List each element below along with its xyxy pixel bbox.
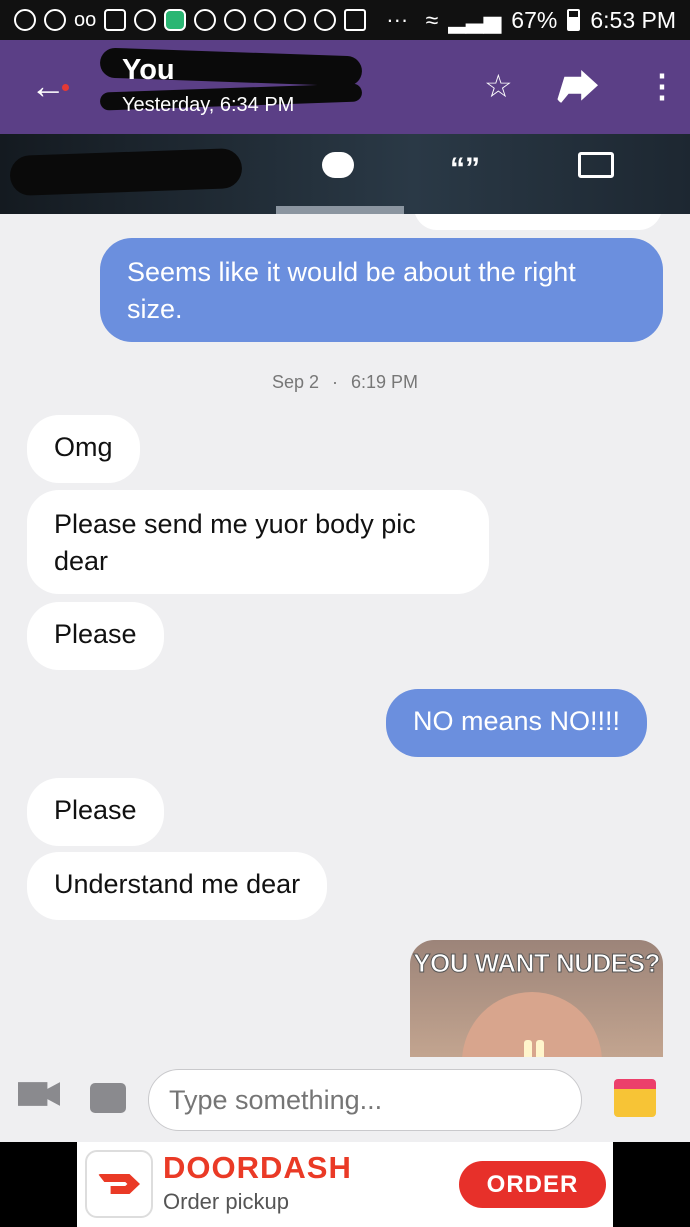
ad-banner[interactable]: DOORDASH Order pickup ORDER	[0, 1142, 690, 1227]
android-icon	[164, 9, 187, 31]
message-bubble[interactable]: Please send me yuor body pic dear	[27, 490, 489, 594]
chat-area[interactable]: Seems like it would be about the right s…	[0, 214, 690, 1057]
tab-quotes[interactable]: “”	[450, 152, 480, 186]
tab-photos[interactable]	[578, 152, 614, 186]
camera-icon[interactable]	[90, 1083, 126, 1113]
ad-order-button[interactable]: ORDER	[459, 1161, 606, 1208]
tab-bar: “”	[0, 134, 690, 214]
date-separator: Sep 2 · 6:19 PM	[0, 372, 690, 393]
more-options-icon[interactable]: ⋮	[646, 68, 678, 104]
ad-subtitle: Order pickup	[163, 1189, 289, 1214]
time-text: 6:19 PM	[351, 372, 419, 392]
play-icon	[14, 9, 36, 31]
circle-icon	[194, 9, 217, 31]
battery-percent: 67%	[511, 6, 558, 33]
message-bubble[interactable]: Understand me dear	[27, 852, 328, 920]
tooth	[536, 1040, 544, 1057]
voicemail-icon: oo	[74, 8, 97, 31]
message-bubble[interactable]: Seems like it would be about the right s…	[100, 238, 663, 342]
tab-indicator	[276, 206, 404, 214]
chrome-icon	[284, 9, 307, 31]
more-notifications-icon: ···	[386, 7, 409, 32]
date-text: Sep 2	[271, 372, 319, 392]
image-caption: YOU WANT NUDES?	[413, 948, 661, 979]
video-off-icon[interactable]	[18, 1082, 60, 1106]
mole-rat-image	[462, 992, 602, 1057]
timer-icon	[314, 9, 337, 31]
message-icon	[104, 9, 127, 31]
wifi-icon: ≈	[425, 6, 439, 33]
notification-icons: oo ···	[14, 7, 408, 33]
gift-icon[interactable]	[614, 1079, 656, 1117]
quote-icon: “”	[450, 152, 480, 185]
image-message[interactable]: YOU WANT NUDES?	[410, 940, 663, 1057]
signal-icon: ▂▃▅	[448, 6, 502, 33]
ad-title: DOORDASH	[163, 1150, 352, 1185]
previous-message-edge	[414, 214, 662, 230]
app-bar: ← You Yesterday, 6:34 PM ☆ ⋮	[0, 40, 690, 134]
message-input[interactable]	[148, 1069, 582, 1131]
unread-dot	[62, 84, 69, 91]
chrome-icon	[254, 9, 277, 31]
battery-icon	[567, 9, 581, 31]
last-seen: Yesterday, 6:34 PM	[122, 94, 295, 116]
star-icon[interactable]: ☆	[484, 68, 513, 104]
redaction-mark	[9, 147, 243, 197]
message-bubble[interactable]: Omg	[27, 415, 140, 483]
input-bar	[0, 1057, 690, 1142]
share-icon[interactable]	[556, 70, 598, 104]
doordash-logo-icon	[85, 1150, 153, 1218]
status-bar: oo ··· ≈ ▂▃▅ 67% 6:53 PM	[0, 0, 690, 40]
contact-name[interactable]: You	[122, 54, 175, 87]
doordash-mark	[98, 1174, 140, 1194]
message-bubble[interactable]: NO means NO!!!!	[386, 689, 648, 757]
ad-content[interactable]: DOORDASH Order pickup ORDER	[77, 1142, 613, 1227]
message-bubble[interactable]: Please	[27, 602, 164, 670]
clock: 6:53 PM	[590, 6, 676, 33]
chat-icon	[44, 9, 66, 31]
smiley-icon	[134, 9, 157, 31]
date-dot: ·	[332, 372, 338, 392]
photos-icon	[578, 152, 614, 178]
circle-icon	[224, 9, 247, 31]
facebook-icon	[344, 9, 367, 31]
chat-bubble-icon	[322, 152, 354, 178]
tooth	[524, 1040, 532, 1057]
tab-chat[interactable]	[322, 152, 354, 186]
back-arrow-icon[interactable]: ←	[30, 66, 66, 106]
message-bubble[interactable]: Please	[27, 778, 164, 846]
